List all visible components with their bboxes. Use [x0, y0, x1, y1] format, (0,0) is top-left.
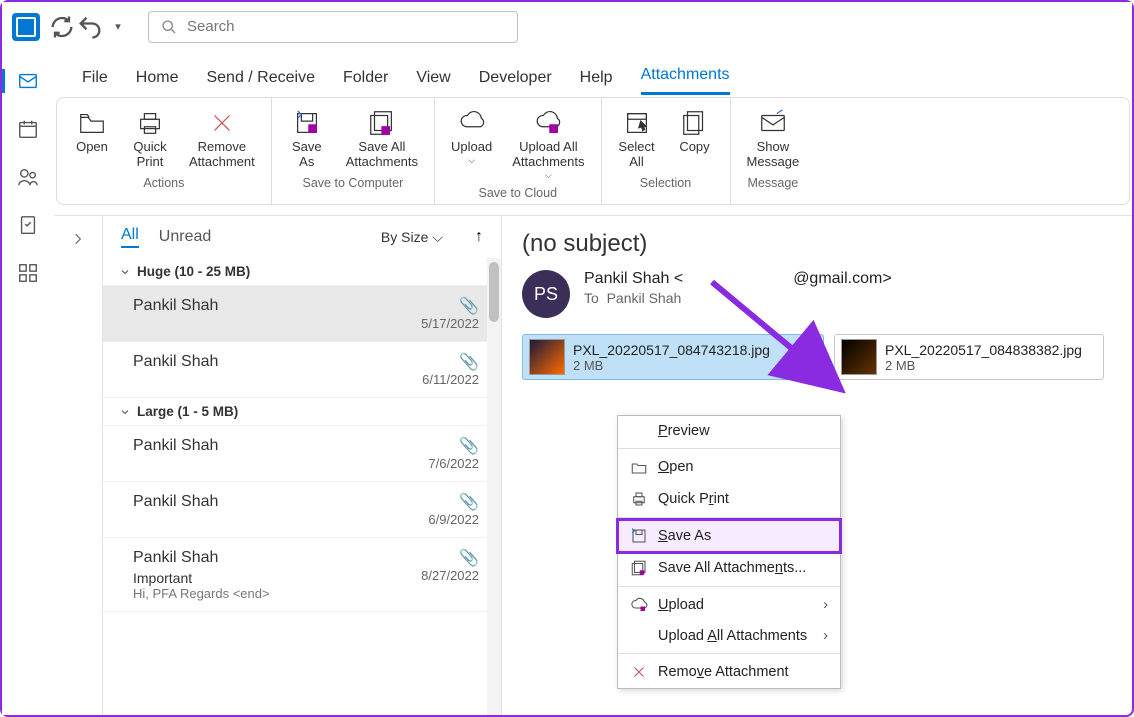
tab-home[interactable]: Home: [136, 69, 179, 95]
menu-quick-print[interactable]: Quick Print: [618, 483, 840, 515]
search-box[interactable]: [148, 11, 518, 43]
filter-unread[interactable]: Unread: [159, 228, 211, 246]
rail-mail[interactable]: [14, 69, 42, 93]
chevron-right-icon: [71, 232, 85, 246]
ribbon-upload[interactable]: Upload⌵: [443, 104, 500, 184]
ribbon-group-message: Message: [739, 174, 808, 194]
sort-direction[interactable]: ↑: [475, 228, 483, 246]
sort-dropdown[interactable]: By Size ⌵: [381, 229, 443, 246]
chevron-down-icon[interactable]: ⌵: [805, 348, 817, 366]
filter-all[interactable]: All: [121, 226, 139, 248]
ribbon-group-cloud: Save to Cloud: [443, 184, 592, 204]
sync-icon[interactable]: [48, 13, 76, 41]
tab-developer[interactable]: Developer: [479, 69, 552, 95]
rail-calendar[interactable]: [14, 117, 42, 141]
group-header-large[interactable]: Large (1 - 5 MB): [103, 398, 501, 426]
nav-rail: [2, 51, 54, 715]
menu-upload[interactable]: Upload›: [618, 589, 840, 621]
ribbon-open[interactable]: Open: [65, 104, 119, 174]
rail-tasks[interactable]: [14, 213, 42, 237]
title-bar: ▾: [2, 2, 1132, 51]
ribbon-remove-attachment[interactable]: Remove Attachment: [181, 104, 263, 174]
attachment-icon: 📎: [459, 296, 479, 316]
rail-apps[interactable]: [14, 261, 42, 285]
tab-file[interactable]: File: [82, 69, 108, 95]
ribbon-group-selection: Selection: [610, 174, 722, 194]
ribbon-select-all[interactable]: Select All: [610, 104, 664, 174]
tab-send-receive[interactable]: Send / Receive: [206, 69, 315, 95]
scrollbar[interactable]: [487, 258, 501, 715]
ribbon-group-save: Save to Computer: [280, 174, 426, 194]
tab-view[interactable]: View: [416, 69, 450, 95]
message-subject: (no subject): [522, 230, 1112, 258]
search-icon: [161, 19, 177, 35]
ribbon-copy[interactable]: Copy: [668, 104, 722, 174]
tab-folder[interactable]: Folder: [343, 69, 388, 95]
tab-help[interactable]: Help: [580, 69, 613, 95]
attachment-context-menu: Preview Open Quick Print Save As Save Al…: [617, 415, 841, 689]
menu-remove-attachment[interactable]: Remove Attachment: [618, 656, 840, 688]
ribbon-group-actions: Actions: [65, 174, 263, 194]
attachment-icon: 📎: [459, 436, 479, 456]
attachment-icon: 📎: [459, 492, 479, 512]
attachment-thumbnail: [841, 339, 877, 375]
attachment-icon: 📎: [459, 352, 479, 372]
menu-save-all[interactable]: Save All Attachments...: [618, 552, 840, 584]
undo-icon[interactable]: [76, 13, 104, 41]
menu-save-as[interactable]: Save As: [618, 520, 840, 552]
to-line: To Pankil Shah: [584, 290, 892, 306]
attachment-card[interactable]: PXL_20220517_084838382.jpg2 MB: [834, 334, 1104, 380]
tab-attachments[interactable]: Attachments: [641, 66, 730, 95]
ribbon-save-all[interactable]: Save All Attachments: [338, 104, 426, 174]
menu-preview[interactable]: Preview: [618, 416, 840, 446]
group-header-huge[interactable]: Huge (10 - 25 MB): [103, 258, 501, 286]
mail-row[interactable]: Pankil Shah📎 5/17/2022: [103, 286, 501, 342]
ribbon-show-message[interactable]: Show Message: [739, 104, 808, 174]
message-list: All Unread By Size ⌵ ↑ Huge (10 - 25 MB)…: [102, 216, 502, 715]
sender-avatar: PS: [522, 270, 570, 318]
mail-row[interactable]: Pankil Shah📎 7/6/2022: [103, 426, 501, 482]
mail-row[interactable]: Pankil Shah📎 6/9/2022: [103, 482, 501, 538]
from-line: Pankil Shah <@gmail.com>: [584, 270, 892, 288]
ribbon: Open Quick Print Remove Attachment Actio…: [56, 97, 1130, 205]
outlook-logo: [12, 13, 40, 41]
ribbon-upload-all[interactable]: Upload All Attachments⌵: [504, 104, 592, 184]
folder-pane-collapsed[interactable]: [54, 216, 102, 715]
mail-row[interactable]: Pankil Shah📎 Important8/27/2022 Hi, PFA …: [103, 538, 501, 612]
mail-row[interactable]: Pankil Shah📎 6/11/2022: [103, 342, 501, 398]
ribbon-save-as[interactable]: Save As: [280, 104, 334, 174]
rail-people[interactable]: [14, 165, 42, 189]
attachment-card[interactable]: PXL_20220517_084743218.jpg2 MB ⌵: [522, 334, 824, 380]
chevron-down-icon: ⌵: [432, 229, 443, 246]
attachment-icon: 📎: [459, 548, 479, 568]
menu-upload-all[interactable]: Upload All Attachments›: [618, 621, 840, 651]
ribbon-quick-print[interactable]: Quick Print: [123, 104, 177, 174]
menu-open[interactable]: Open: [618, 451, 840, 483]
ribbon-tabs: File Home Send / Receive Folder View Dev…: [54, 51, 1132, 95]
attachment-thumbnail: [529, 339, 565, 375]
qa-dropdown-icon[interactable]: ▾: [104, 13, 132, 41]
search-input[interactable]: [187, 18, 505, 35]
